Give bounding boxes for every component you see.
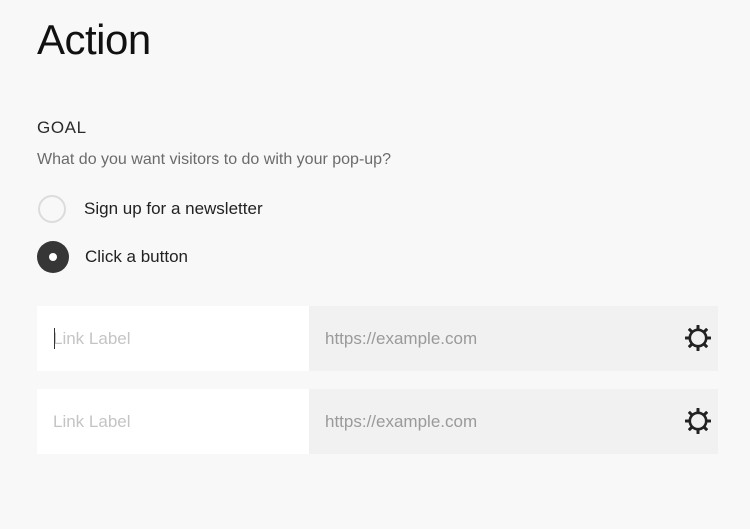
goal-option-newsletter-label: Sign up for a newsletter (84, 199, 263, 218)
link-label-input[interactable] (37, 306, 309, 371)
link-url-cell (309, 389, 718, 454)
goal-description: What do you want visitors to do with you… (37, 151, 391, 168)
text-cursor (54, 328, 55, 349)
radio-dot-icon (49, 253, 57, 261)
goal-option-newsletter[interactable]: Sign up for a newsletter (37, 193, 263, 225)
gear-icon[interactable] (684, 407, 712, 435)
link-url-input[interactable] (309, 306, 718, 371)
gear-icon[interactable] (684, 324, 712, 352)
goal-option-click-button[interactable]: Click a button (37, 241, 188, 273)
goal-option-click-button-label: Click a button (85, 247, 188, 266)
link-label-cell (37, 306, 309, 371)
link-label-cell (37, 389, 309, 454)
link-url-input[interactable] (309, 389, 718, 454)
link-label-input[interactable] (37, 389, 309, 454)
radio-unselected-icon[interactable] (38, 195, 66, 223)
button-link-row (37, 389, 718, 454)
link-url-cell (309, 306, 718, 371)
radio-selected-icon[interactable] (37, 241, 69, 273)
button-link-row (37, 306, 718, 371)
goal-section-label: GOAL (37, 118, 87, 137)
page-title: Action (37, 16, 151, 63)
